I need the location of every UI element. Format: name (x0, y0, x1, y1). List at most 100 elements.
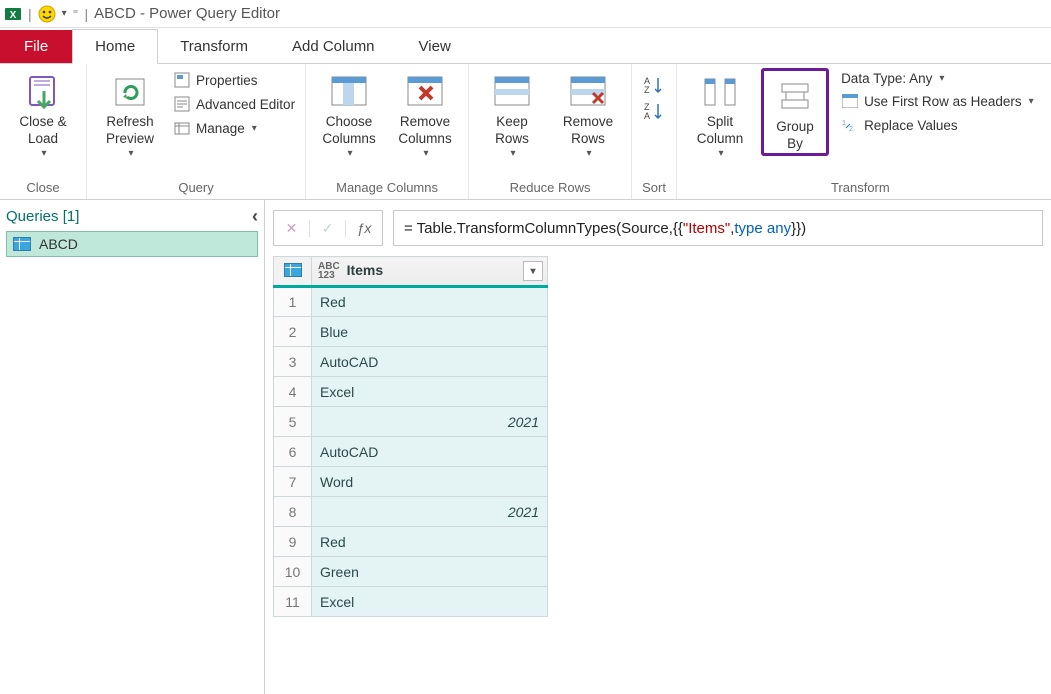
remove-columns-button[interactable]: Remove Columns (390, 68, 460, 160)
column-header-label: Items (347, 262, 384, 278)
query-item-abcd[interactable]: ABCD (6, 231, 258, 257)
choose-columns-icon (329, 72, 369, 112)
manage-button[interactable]: Manage (171, 116, 297, 140)
cell-value[interactable]: 2021 (312, 407, 548, 437)
table-icon (13, 237, 31, 251)
row-selector-header[interactable] (274, 257, 312, 287)
properties-label: Properties (196, 73, 258, 88)
queries-header: Queries [1] (6, 208, 258, 225)
cell-value[interactable]: Excel (312, 377, 548, 407)
group-reduce-rows-label: Reduce Rows (477, 180, 623, 197)
tab-file[interactable]: File (0, 30, 72, 63)
advanced-editor-button[interactable]: Advanced Editor (171, 92, 297, 116)
formula-cancel-icon[interactable]: ✕ (274, 220, 310, 237)
replace-values-label: Replace Values (864, 118, 958, 133)
sort-asc-icon: AZ (642, 75, 666, 95)
cell-value[interactable]: 2021 (312, 497, 548, 527)
refresh-preview-button[interactable]: Refresh Preview (95, 68, 165, 160)
row-number[interactable]: 5 (274, 407, 312, 437)
row-number[interactable]: 8 (274, 497, 312, 527)
sort-desc-icon: ZA (642, 101, 666, 121)
cell-value[interactable]: AutoCAD (312, 347, 548, 377)
ribbon: Close & Load Close Refresh Preview Prope… (0, 64, 1051, 200)
choose-columns-button[interactable]: Choose Columns (314, 68, 384, 160)
smiley-icon[interactable] (38, 5, 56, 23)
properties-icon (173, 71, 191, 89)
formula-text-2: "Items" (683, 220, 730, 237)
tab-transform[interactable]: Transform (158, 30, 270, 63)
ribbon-tabs: File Home Transform Add Column View (0, 28, 1051, 64)
tab-view[interactable]: View (397, 30, 473, 63)
remove-rows-label: Remove Rows (563, 114, 613, 148)
fx-icon[interactable]: ƒx (346, 220, 382, 236)
split-column-button[interactable]: Split Column (685, 68, 755, 160)
refresh-icon (110, 72, 150, 112)
cell-value[interactable]: Green (312, 557, 548, 587)
sort-desc-button[interactable]: ZA (640, 98, 668, 124)
cell-value[interactable]: Blue (312, 317, 548, 347)
group-query-label: Query (95, 180, 297, 197)
group-manage-columns-label: Manage Columns (314, 180, 460, 197)
tab-home[interactable]: Home (72, 29, 158, 64)
qat-dropdown-icon[interactable]: ▾ (62, 8, 67, 19)
data-type-label: Data Type: Any (841, 71, 932, 86)
choose-columns-label: Choose Columns (322, 114, 375, 148)
close-load-label: Close & Load (19, 114, 66, 148)
svg-text:2: 2 (849, 126, 853, 132)
row-number[interactable]: 6 (274, 437, 312, 467)
cell-value[interactable]: Red (312, 287, 548, 317)
group-by-highlight: Group By (761, 68, 829, 156)
row-number[interactable]: 1 (274, 287, 312, 317)
group-by-button[interactable]: Group By (766, 73, 824, 153)
cell-value[interactable]: AutoCAD (312, 437, 548, 467)
row-number[interactable]: 7 (274, 467, 312, 497)
group-by-label: Group By (776, 119, 814, 153)
column-filter-icon[interactable]: ▾ (523, 261, 543, 281)
data-grid[interactable]: ABC 123 Items ▾ 1Red2Blue3AutoCAD4Excel5… (273, 256, 548, 617)
tab-add-column[interactable]: Add Column (270, 30, 397, 63)
refresh-label: Refresh Preview (106, 114, 154, 148)
remove-rows-icon (568, 72, 608, 112)
keep-rows-icon (492, 72, 532, 112)
replace-values-icon: 12 (841, 116, 859, 134)
row-number[interactable]: 4 (274, 377, 312, 407)
row-number[interactable]: 11 (274, 587, 312, 617)
cell-value[interactable]: Excel (312, 587, 548, 617)
remove-columns-icon (405, 72, 445, 112)
first-row-headers-button[interactable]: Use First Row as Headers (839, 89, 1036, 113)
close-and-load-button[interactable]: Close & Load (8, 68, 78, 160)
group-close: Close & Load Close (0, 64, 87, 199)
data-type-button[interactable]: Data Type: Any (839, 68, 1036, 89)
svg-text:X: X (10, 10, 17, 21)
row-number[interactable]: 2 (274, 317, 312, 347)
collapse-pane-icon[interactable]: ‹ (252, 206, 258, 227)
group-close-label: Close (8, 180, 78, 197)
first-row-headers-icon (841, 92, 859, 110)
row-number[interactable]: 10 (274, 557, 312, 587)
properties-button[interactable]: Properties (171, 68, 297, 92)
window-title: ABCD - Power Query Editor (94, 5, 280, 22)
replace-values-button[interactable]: 12 Replace Values (839, 113, 1036, 137)
formula-tools: ✕ ✓ ƒx (273, 210, 383, 246)
group-query: Refresh Preview Properties Advanced Edit… (87, 64, 306, 199)
cell-value[interactable]: Word (312, 467, 548, 497)
row-number[interactable]: 9 (274, 527, 312, 557)
group-transform-label: Transform (685, 180, 1036, 197)
first-row-headers-label: Use First Row as Headers (864, 94, 1022, 109)
sort-asc-button[interactable]: AZ (640, 72, 668, 98)
formula-text-1: = Table.TransformColumnTypes(Source,{{ (404, 220, 683, 237)
formula-bar[interactable]: = Table.TransformColumnTypes(Source,{{ "… (393, 210, 1043, 246)
split-column-label: Split Column (697, 114, 744, 148)
group-transform: Split Column Group By Data Type: Any Use… (677, 64, 1044, 199)
keep-rows-button[interactable]: Keep Rows (477, 68, 547, 160)
main-area: Queries [1] ‹ ABCD ✕ ✓ ƒx = Table.Transf… (0, 200, 1051, 694)
svg-text:A: A (644, 111, 650, 121)
row-number[interactable]: 3 (274, 347, 312, 377)
column-header-items[interactable]: ABC 123 Items ▾ (312, 257, 548, 287)
cell-value[interactable]: Red (312, 527, 548, 557)
remove-rows-button[interactable]: Remove Rows (553, 68, 623, 160)
excel-icon: X (4, 5, 22, 23)
qat-overflow-icon[interactable]: ⁼ (73, 7, 79, 20)
group-by-icon (775, 77, 815, 117)
formula-commit-icon[interactable]: ✓ (310, 220, 346, 237)
